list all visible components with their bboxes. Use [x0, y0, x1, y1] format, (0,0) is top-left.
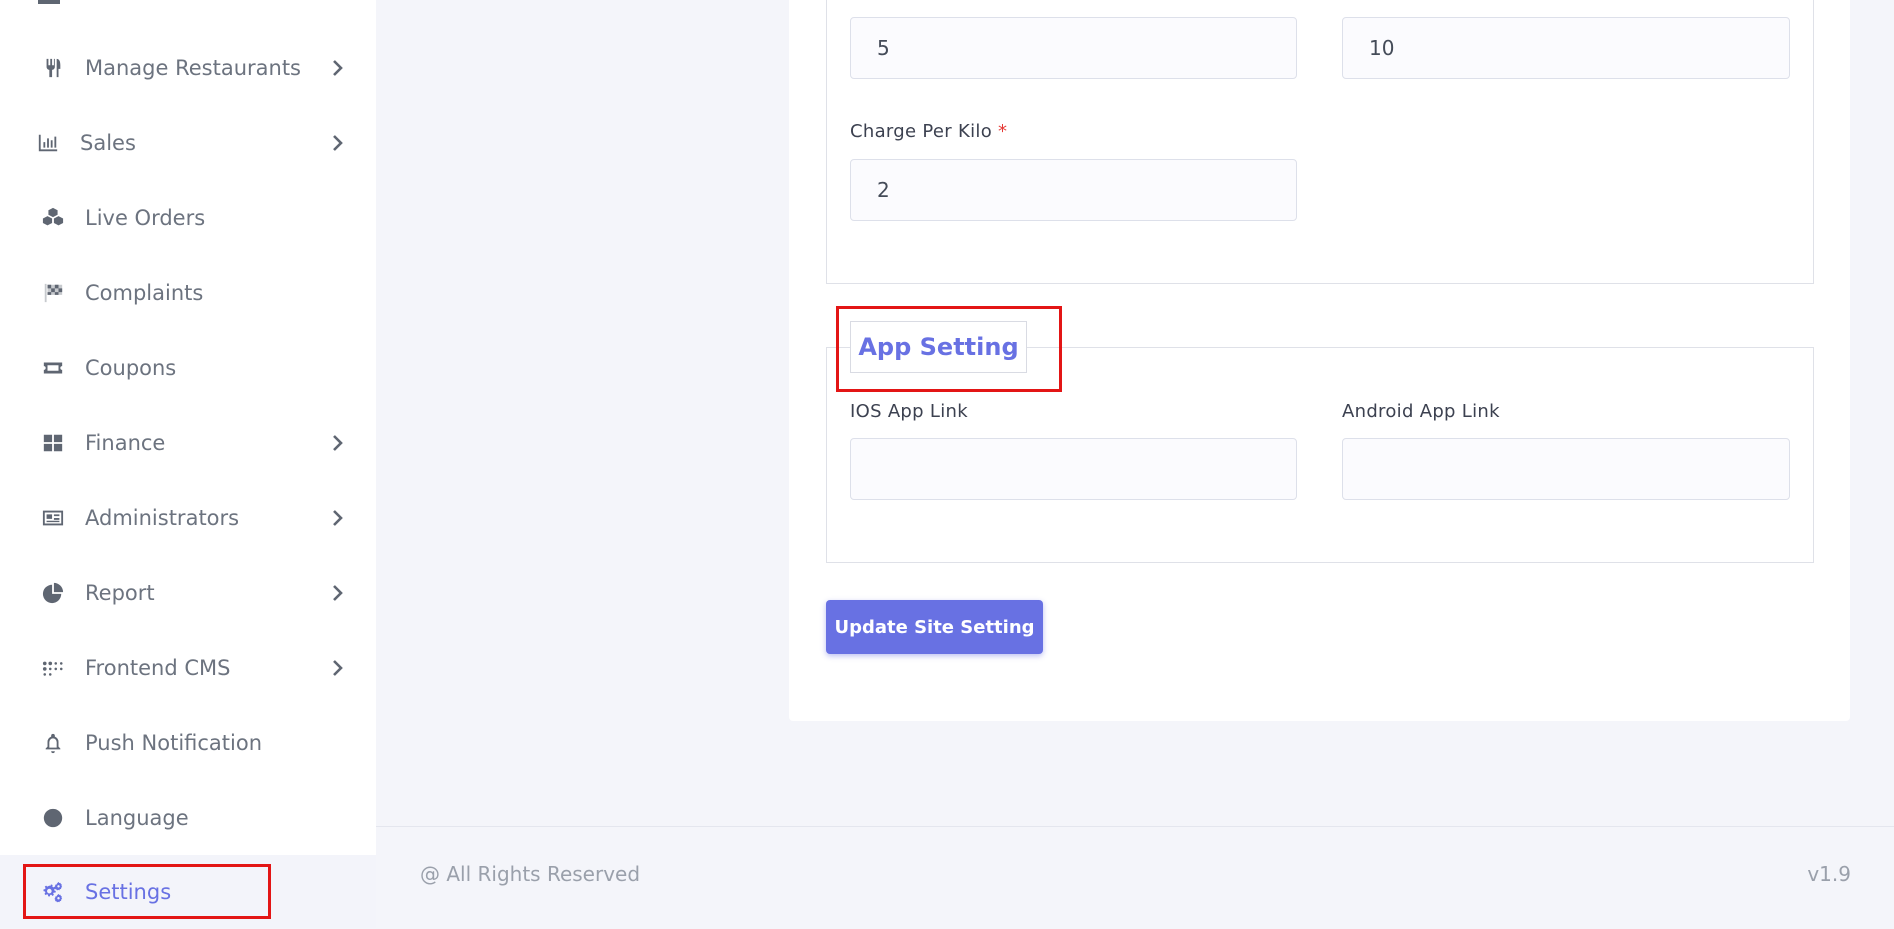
cubes-icon [38, 203, 68, 233]
sidebar-item-label: Live Orders [85, 205, 206, 230]
version-text: v1.9 [1807, 862, 1851, 886]
pie-chart-icon [38, 578, 68, 608]
app-setting-highlight-box [836, 306, 1062, 392]
utensils-icon [38, 53, 68, 83]
sidebar-item-administrators[interactable]: Administrators [0, 480, 376, 555]
grid-icon [38, 428, 68, 458]
copyright-text: @ All Rights Reserved [420, 862, 641, 886]
sidebar-item-label: Report [85, 580, 155, 605]
cut-off-icon [38, 0, 60, 4]
chevron-right-icon [327, 508, 347, 528]
sidebar: Manage Restaurants Sales Live Orders Com… [0, 0, 376, 928]
settings-highlight-box [23, 864, 271, 919]
sidebar-item-push-notification[interactable]: Push Notification [0, 705, 376, 780]
charge-per-kilo-input[interactable] [850, 159, 1297, 221]
sidebar-item-complaints[interactable]: Complaints [0, 255, 376, 330]
charge-per-kilo-label-text: Charge Per Kilo [850, 121, 993, 142]
ios-app-link-input[interactable] [850, 438, 1297, 500]
sidebar-item-frontend-cms[interactable]: Frontend CMS [0, 630, 376, 705]
sidebar-item-report[interactable]: Report [0, 555, 376, 630]
delivery-field-1-input[interactable] [850, 17, 1297, 79]
android-app-link-input[interactable] [1342, 438, 1790, 500]
sidebar-item-label: Frontend CMS [85, 655, 231, 680]
sidebar-item-label: Administrators [85, 505, 240, 530]
chevron-right-icon [327, 58, 347, 78]
sidebar-item-coupons[interactable]: Coupons [0, 330, 376, 405]
id-card-icon [38, 503, 68, 533]
sidebar-item-label: Sales [80, 130, 136, 155]
sidebar-item-label: Manage Restaurants [85, 55, 301, 80]
dots-grid-icon [38, 653, 68, 683]
ticket-icon [38, 353, 68, 383]
chevron-right-icon [327, 583, 347, 603]
android-app-link-label: Android App Link [1342, 401, 1500, 422]
checkered-flag-icon [38, 278, 68, 308]
sidebar-item-language[interactable]: Language [0, 780, 376, 855]
chevron-right-icon [327, 133, 347, 153]
sidebar-item-sales[interactable]: Sales [0, 105, 376, 180]
charge-per-kilo-label: Charge Per Kilo * [850, 121, 1007, 142]
bar-chart-icon [33, 128, 63, 158]
required-mark: * [998, 121, 1008, 142]
sidebar-item-label: Push Notification [85, 730, 263, 755]
sidebar-item-label: Language [85, 805, 189, 830]
chevron-right-icon [327, 658, 347, 678]
chevron-right-icon [327, 433, 347, 453]
sidebar-item-label: Finance [85, 430, 166, 455]
ios-app-link-label: IOS App Link [850, 401, 968, 422]
sidebar-item-label: Complaints [85, 280, 204, 305]
bell-icon [38, 728, 68, 758]
sidebar-item-finance[interactable]: Finance [0, 405, 376, 480]
sidebar-item-manage-restaurants[interactable]: Manage Restaurants [0, 30, 376, 105]
sidebar-item-label: Coupons [85, 355, 177, 380]
footer: @ All Rights Reserved v1.9 [376, 826, 1894, 929]
globe-icon [38, 803, 68, 833]
delivery-field-2-input[interactable] [1342, 17, 1790, 79]
sidebar-item-live-orders[interactable]: Live Orders [0, 180, 376, 255]
update-site-setting-button[interactable]: Update Site Setting [826, 600, 1043, 654]
